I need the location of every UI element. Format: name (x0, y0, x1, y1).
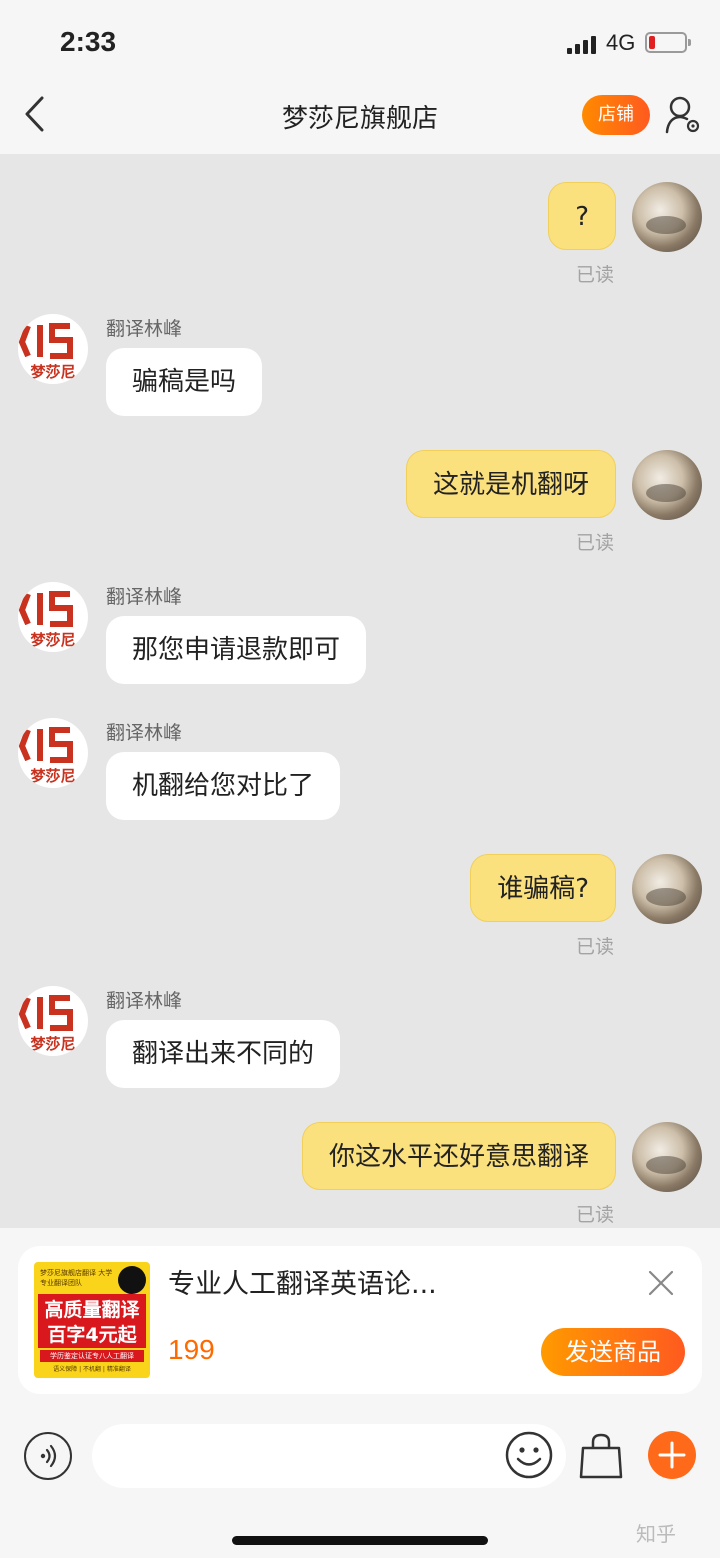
message-input[interactable] (92, 1424, 566, 1488)
message-bubble[interactable]: 谁骗稿? (470, 854, 616, 922)
shop-logo-icon: 梦莎尼 (18, 323, 76, 381)
sender-name: 翻译林峰 (106, 722, 183, 744)
status-time: 2:33 (60, 26, 117, 57)
user-avatar[interactable] (632, 182, 702, 252)
more-plus-button[interactable] (648, 1431, 696, 1479)
thumb-headline: 高质量翻译 (44, 1299, 140, 1321)
product-title[interactable]: 专业人工翻译英语论... (168, 1262, 437, 1301)
shop-avatar[interactable]: 梦莎尼 (18, 314, 88, 384)
message-bubble[interactable]: 你这水平还好意思翻译 (301, 1122, 616, 1190)
sender-name: 翻译林峰 (106, 318, 183, 340)
send-product-button[interactable]: 发送商品 (541, 1328, 685, 1376)
plus-icon (658, 1441, 686, 1469)
thumb-top-text: 梦莎尼旗舰店翻译 大学专业翻译团队 (40, 1269, 113, 1287)
shop-avatar[interactable]: 梦莎尼 (18, 718, 88, 788)
svg-text:梦莎尼: 梦莎尼 (30, 631, 75, 649)
message-bubble[interactable]: 这就是机翻呀 (405, 450, 616, 518)
network-label: 4G (606, 30, 636, 55)
user-avatar[interactable] (632, 1122, 702, 1192)
message-bubble[interactable]: 那您申请退款即可 (106, 616, 367, 684)
shop-logo-icon: 梦莎尼 (18, 591, 76, 649)
read-status: 已读 (575, 1204, 614, 1226)
message-bubble[interactable]: 机翻给您对比了 (106, 752, 341, 820)
product-card[interactable]: 梦莎尼旗舰店翻译 大学专业翻译团队 高质量翻译 百字4元起 学历鉴定认证专八人工… (18, 1246, 702, 1394)
message-bubble[interactable]: ? (548, 182, 616, 250)
shop-avatar[interactable]: 梦莎尼 (18, 582, 88, 652)
thumb-bottom-text: 学历鉴定认证专八人工翻译 (40, 1350, 144, 1362)
cat-logo-icon (118, 1266, 146, 1294)
voice-input-icon[interactable] (24, 1432, 72, 1480)
product-price: 199 (168, 1334, 215, 1365)
sender-name: 翻译林峰 (106, 586, 183, 608)
shopping-bag-icon[interactable] (578, 1432, 624, 1480)
battery-icon (645, 32, 691, 53)
svg-text:梦莎尼: 梦莎尼 (30, 363, 75, 381)
product-thumbnail[interactable]: 梦莎尼旗舰店翻译 大学专业翻译团队 高质量翻译 百字4元起 学历鉴定认证专八人工… (34, 1262, 150, 1378)
shop-logo-icon: 梦莎尼 (18, 727, 76, 785)
read-status: 已读 (575, 532, 614, 554)
svg-text:梦莎尼: 梦莎尼 (30, 767, 75, 785)
read-status: 已读 (575, 936, 614, 958)
message-bubble[interactable]: 翻译出来不同的 (106, 1020, 341, 1088)
emoji-icon[interactable] (504, 1430, 554, 1480)
thumb-subline: 百字4元起 (47, 1324, 137, 1346)
home-indicator[interactable] (232, 1536, 488, 1545)
svg-text:梦莎尼: 梦莎尼 (30, 1035, 75, 1053)
nav-bar: 梦莎尼旗舰店 店铺 (0, 80, 720, 154)
signal-icon (567, 36, 599, 54)
user-avatar[interactable] (632, 450, 702, 520)
user-settings-icon[interactable] (664, 94, 702, 136)
thumb-footer-text: 语义保障 | 不机翻 | 精准翻译 (53, 1366, 131, 1373)
shop-avatar[interactable]: 梦莎尼 (18, 986, 88, 1056)
message-bubble[interactable]: 骗稿是吗 (106, 348, 263, 416)
shop-logo-icon: 梦莎尼 (18, 995, 76, 1053)
chat-area[interactable]: ? 已读 梦莎尼 翻译林峰 骗稿是吗 这就是机翻呀 已读 梦莎尼 翻译林峰 那您… (0, 154, 720, 1228)
close-icon[interactable] (646, 1268, 676, 1298)
user-avatar[interactable] (632, 854, 702, 924)
watermark: 知乎 (636, 1522, 676, 1546)
status-bar: 2:33 4G (0, 0, 720, 80)
read-status: 已读 (575, 264, 614, 286)
shop-button[interactable]: 店铺 (582, 95, 650, 135)
sender-name: 翻译林峰 (106, 990, 183, 1012)
